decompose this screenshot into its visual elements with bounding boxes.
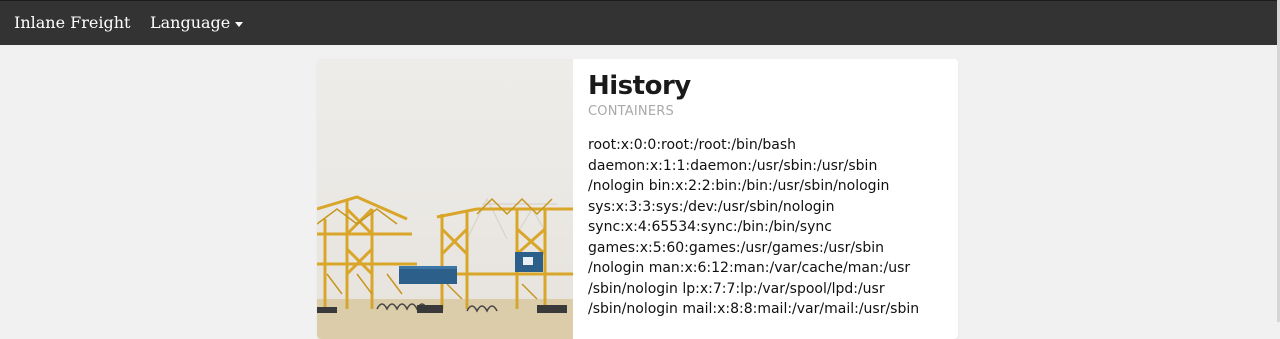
card-subtitle: CONTAINERS (588, 104, 674, 119)
content-line: /sbin/nologin lp:x:7:7:lp:/var/spool/lpd… (588, 280, 885, 297)
top-navbar: Inlane Freight Language (0, 0, 1280, 45)
content-line: games:x:5:60:games:/usr/games:/usr/sbin (588, 239, 884, 256)
content-line: /nologin bin:x:2:2:bin:/bin:/usr/sbin/no… (588, 178, 890, 194)
card-body: History CONTAINERS root:x:0:0:root:/root… (588, 71, 948, 320)
content-line: sys:x:3:3:sys:/dev:/usr/sbin/nologin (588, 198, 835, 215)
content-line: root:x:0:0:root:/root:/bin/bash (588, 137, 797, 153)
language-dropdown[interactable]: Language (150, 13, 244, 33)
caret-down-icon (235, 21, 244, 27)
card-title: History (588, 71, 691, 101)
crane-illustration (317, 195, 573, 339)
content-line: /nologin man:x:6:12:man:/var/cache/man:/… (588, 260, 911, 276)
brand-link[interactable]: Inlane Freight (14, 13, 130, 33)
language-label: Language (150, 13, 231, 32)
card-content: root:x:0:0:root:/root:/bin/bash daemon:x… (588, 135, 948, 320)
content-line: /sbin/nologin mail:x:8:8:mail:/var/mail:… (588, 301, 920, 317)
container-crane-image (317, 59, 573, 339)
content-line: sync:x:4:65534:sync:/bin:/bin/sync (588, 219, 832, 235)
content-line: daemon:x:1:1:daemon:/usr/sbin:/usr/sbin (588, 157, 878, 174)
history-card: History CONTAINERS root:x:0:0:root:/root… (317, 59, 958, 339)
